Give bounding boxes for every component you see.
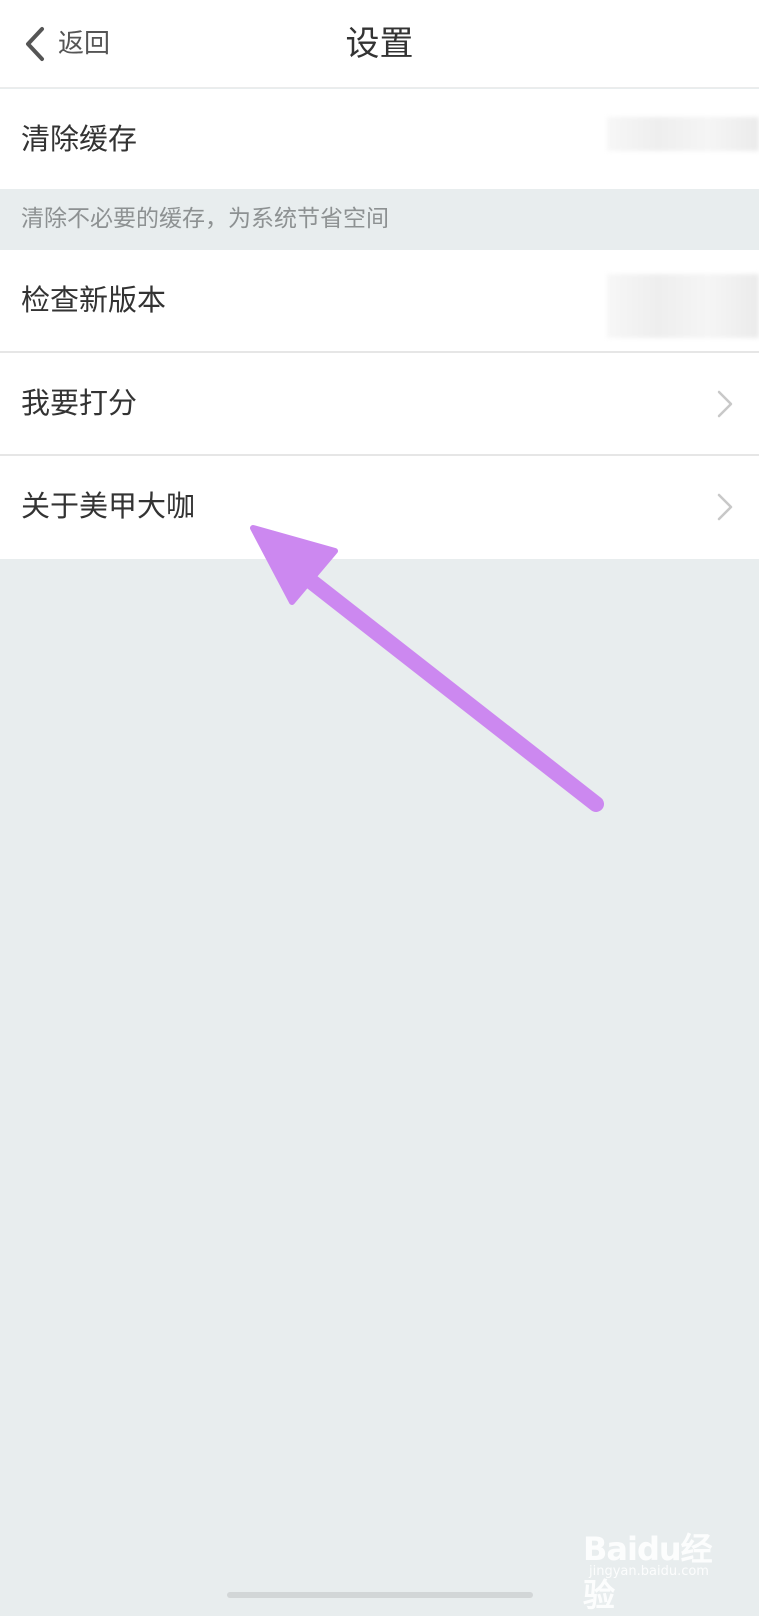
- baidu-watermark: Baidu经验 jingyan.baidu.com: [583, 1520, 733, 1614]
- clear-cache-hint: 清除不必要的缓存，为系统节省空间: [21, 206, 389, 232]
- chevron-right-icon: [717, 390, 733, 418]
- clear-cache-row[interactable]: 清除缓存: [0, 89, 759, 189]
- rate-row[interactable]: 我要打分: [0, 353, 759, 456]
- chevron-right-icon: [717, 493, 733, 521]
- nav-header: 返回 设置: [0, 0, 759, 88]
- version-blur: [607, 274, 759, 338]
- page-title: 设置: [345, 24, 414, 64]
- check-version-label: 检查新版本: [21, 283, 167, 317]
- about-row[interactable]: 关于美甲大咖: [0, 456, 759, 559]
- check-version-row[interactable]: 检查新版本: [0, 250, 759, 353]
- watermark-url: jingyan.baidu.com: [589, 1564, 709, 1579]
- about-label: 关于美甲大咖: [21, 489, 196, 523]
- rate-label: 我要打分: [21, 386, 138, 420]
- arrow-shaft: [304, 574, 604, 812]
- cache-size-blur: [607, 117, 759, 151]
- home-indicator: [227, 1592, 533, 1598]
- watermark-logo: Baidu经验: [583, 1530, 713, 1614]
- clear-cache-label: 清除缓存: [21, 122, 138, 156]
